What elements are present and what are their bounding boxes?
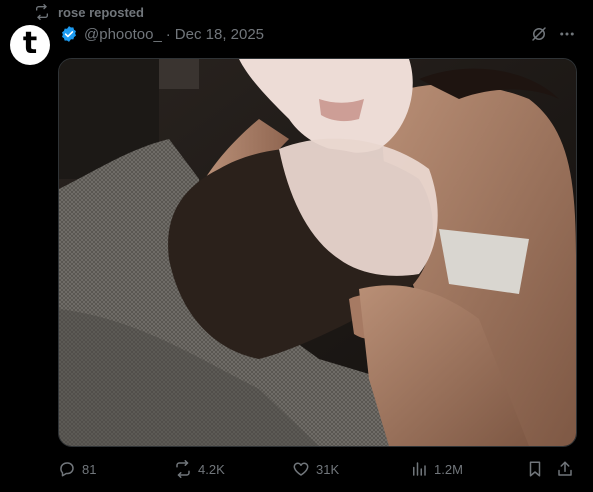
author-handle[interactable]: @phootoo_ [84,26,162,43]
share-icon [558,461,572,476]
like-button[interactable]: 31K [292,458,339,480]
post-actions: 81 4.2K 31K 1.2M [58,458,575,480]
post-date[interactable]: Dec 18, 2025 [175,26,264,43]
post-header: @phootoo_ · Dec 18, 2025 [60,24,264,44]
grok-icon[interactable] [529,24,549,44]
repost-count: 4.2K [198,461,225,477]
views-icon [413,462,426,476]
bookmark-button[interactable] [526,458,544,480]
bookmark-icon [529,461,541,477]
avatar-letter: t [22,25,38,61]
like-count: 31K [316,461,340,477]
header-separator: · [165,25,171,43]
share-button[interactable] [556,458,574,480]
avatar[interactable]: t [10,25,50,65]
more-options-icon[interactable] [557,24,577,44]
repost-banner[interactable]: rose reposted [34,3,144,21]
reply-icon [60,462,74,477]
photo-illustration [59,59,576,446]
views-count: 1.2M [434,461,463,477]
heart-icon [293,462,309,476]
reply-count: 81 [82,461,97,477]
repost-label: rose reposted [58,4,144,20]
post-image[interactable] [58,58,577,447]
verified-badge-icon [62,26,76,42]
repost-button[interactable]: 4.2K [174,458,225,480]
views-button[interactable]: 1.2M [410,458,463,480]
repost-icon [36,4,48,20]
reply-button[interactable]: 81 [58,458,96,480]
repost-action-icon [176,460,190,478]
